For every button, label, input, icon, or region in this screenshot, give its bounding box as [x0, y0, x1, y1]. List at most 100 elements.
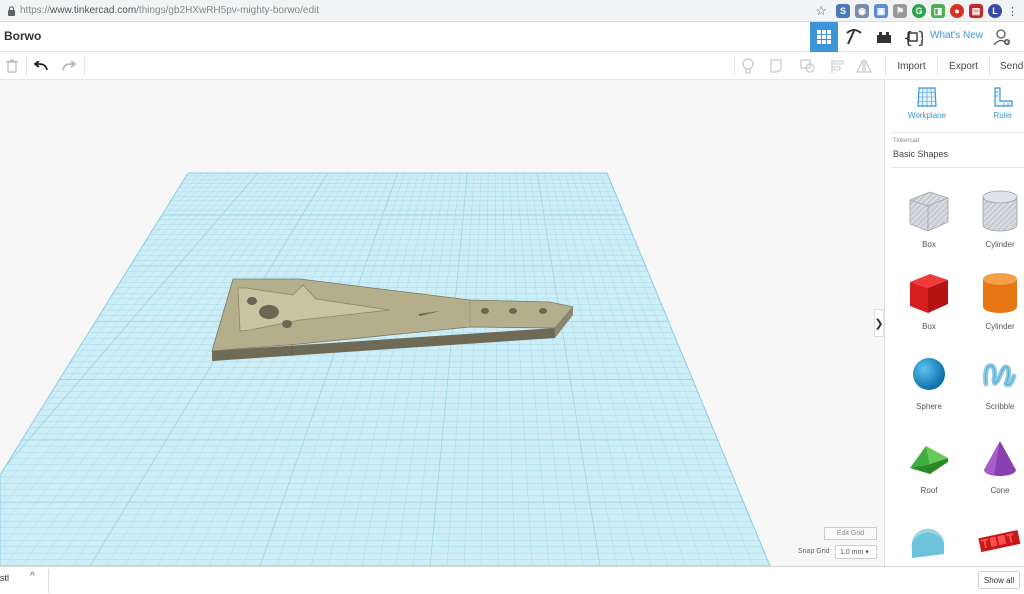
- cylinder-hole-icon: [982, 190, 1018, 232]
- cone-icon: [984, 441, 1016, 476]
- shape-roof[interactable]: Roof: [899, 434, 959, 510]
- library-name: Basic Shapes: [893, 149, 949, 159]
- shape-library-selector[interactable]: Tinkercad Basic Shapes: [891, 132, 1024, 168]
- shape-label: Box: [922, 322, 936, 331]
- export-button[interactable]: Export: [937, 56, 989, 76]
- shape-label: Cylinder: [985, 322, 1015, 331]
- toolbar-divider: [734, 56, 735, 76]
- chevron-up-icon[interactable]: ^: [30, 571, 35, 582]
- shape-cylinder[interactable]: Cylinder: [970, 266, 1024, 342]
- design-title[interactable]: Borwo: [4, 29, 41, 43]
- extension-icon-5[interactable]: G: [912, 4, 926, 18]
- shape-cylinder-hole[interactable]: Cylinder: [970, 184, 1024, 260]
- undo-button[interactable]: [29, 55, 53, 77]
- shape-scribble[interactable]: Scribble: [970, 350, 1024, 426]
- whats-new-link[interactable]: What's New: [930, 30, 983, 41]
- browser-menu-icon[interactable]: ⋮: [1007, 5, 1018, 18]
- ruler-label: Ruler: [993, 111, 1013, 120]
- profile-icon[interactable]: L: [988, 4, 1002, 18]
- grid-view-button[interactable]: [810, 22, 838, 52]
- shape-half-cylinder[interactable]: [899, 518, 959, 566]
- shape-box[interactable]: Box: [899, 266, 959, 342]
- url-scheme: https://: [20, 5, 51, 16]
- workplane-scene[interactable]: [0, 80, 884, 566]
- shape-box-hole[interactable]: Box: [899, 184, 959, 260]
- svg-text:}: }: [917, 28, 923, 46]
- brick-icon: [877, 32, 891, 43]
- extension-icon-7[interactable]: ●: [950, 4, 964, 18]
- code-braces-icon: { }: [903, 28, 923, 46]
- extension-icon-4[interactable]: ⚑: [893, 4, 907, 18]
- library-source: Tinkercad: [893, 138, 920, 144]
- scribble-icon: [983, 363, 1017, 388]
- shape-label: Roof: [920, 486, 938, 495]
- edit-grid-button[interactable]: Edit Grid: [824, 527, 877, 540]
- extension-icon-8[interactable]: ▤: [969, 4, 983, 18]
- redo-button[interactable]: [57, 55, 81, 77]
- panel-collapse-button[interactable]: ❯: [874, 309, 884, 337]
- box-icon: [910, 274, 948, 313]
- workspace-3d-view[interactable]: Edit Grid Snap Grid 1.0 mm ▾ ❯: [0, 80, 884, 566]
- show-all-button[interactable]: Show all: [978, 571, 1020, 589]
- shape-label: Cone: [990, 486, 1010, 495]
- svg-text:{: {: [903, 28, 913, 46]
- half-cylinder-icon: [911, 528, 944, 558]
- shape-text[interactable]: [970, 518, 1024, 566]
- ungroup-icon: [800, 59, 815, 73]
- text-shape-icon: [978, 530, 1021, 553]
- ruler-tool[interactable]: Ruler: [973, 86, 1024, 120]
- snap-grid-label: Snap Grid: [798, 548, 830, 555]
- redo-icon: [62, 61, 76, 71]
- bookmark-star-icon[interactable]: ☆: [815, 3, 827, 19]
- import-button[interactable]: Import: [885, 56, 937, 76]
- shape-label: Sphere: [916, 402, 942, 411]
- sphere-icon: [913, 358, 945, 390]
- send-to-button[interactable]: Send T: [989, 56, 1024, 76]
- download-item[interactable]: stl: [0, 573, 9, 583]
- shapes-panel: Workplane Ruler Tinkercad Basic Shapes B…: [884, 80, 1024, 566]
- align-button[interactable]: [826, 55, 850, 77]
- camera-extension-icon[interactable]: ◉: [855, 4, 869, 18]
- codeblocks-button[interactable]: { }: [900, 22, 926, 52]
- delete-button[interactable]: [0, 55, 24, 77]
- app-header: Borwo { } What's New: [0, 22, 1024, 52]
- download-divider: [48, 569, 49, 593]
- add-user-icon: [993, 29, 1010, 46]
- workplane-icon: [917, 87, 937, 107]
- shape-sphere[interactable]: Sphere: [899, 350, 959, 426]
- extension-icon-6[interactable]: ◨: [931, 4, 945, 18]
- workplane-grid[interactable]: [0, 173, 770, 566]
- url-text[interactable]: https://www.tinkercad.com/things/gb2HXwR…: [20, 5, 319, 16]
- mirror-icon: [856, 59, 872, 73]
- extension-icon-1[interactable]: S: [836, 4, 850, 18]
- ruler-icon: [994, 87, 1013, 107]
- bricks-button[interactable]: [870, 22, 898, 52]
- group-button[interactable]: [766, 55, 790, 77]
- user-avatar[interactable]: [1014, 22, 1024, 52]
- grid-icon: [817, 30, 831, 44]
- lock-icon: [6, 5, 16, 16]
- workplane-tool[interactable]: Workplane: [897, 86, 957, 120]
- build-button[interactable]: [840, 22, 868, 52]
- box-hole-icon: [909, 191, 949, 232]
- shape-label: Box: [922, 240, 936, 249]
- snap-grid-select[interactable]: 1.0 mm ▾: [835, 545, 877, 559]
- notes-button[interactable]: [736, 55, 760, 77]
- cylinder-icon: [983, 273, 1017, 313]
- toolbar-divider: [26, 56, 27, 76]
- extension-icon-3[interactable]: ▣: [874, 4, 888, 18]
- toolbar-divider: [84, 56, 85, 76]
- trash-icon: [6, 59, 18, 73]
- mirror-button[interactable]: [852, 55, 876, 77]
- url-host: www.tinkercad.com: [50, 5, 137, 16]
- lightbulb-icon: [742, 58, 754, 74]
- roof-icon: [910, 446, 948, 474]
- group-icon: [770, 59, 782, 73]
- extension-icons: ☆ S ◉ ▣ ⚑ G ◨ ● ▤ L ⋮: [815, 3, 1018, 19]
- shape-label: Scribble: [985, 402, 1015, 411]
- ungroup-button[interactable]: [796, 55, 820, 77]
- add-user-button[interactable]: [990, 22, 1014, 52]
- shape-label: Cylinder: [985, 240, 1015, 249]
- shape-cone[interactable]: Cone: [970, 434, 1024, 510]
- browser-url-bar[interactable]: https://www.tinkercad.com/things/gb2HXwR…: [0, 0, 1024, 22]
